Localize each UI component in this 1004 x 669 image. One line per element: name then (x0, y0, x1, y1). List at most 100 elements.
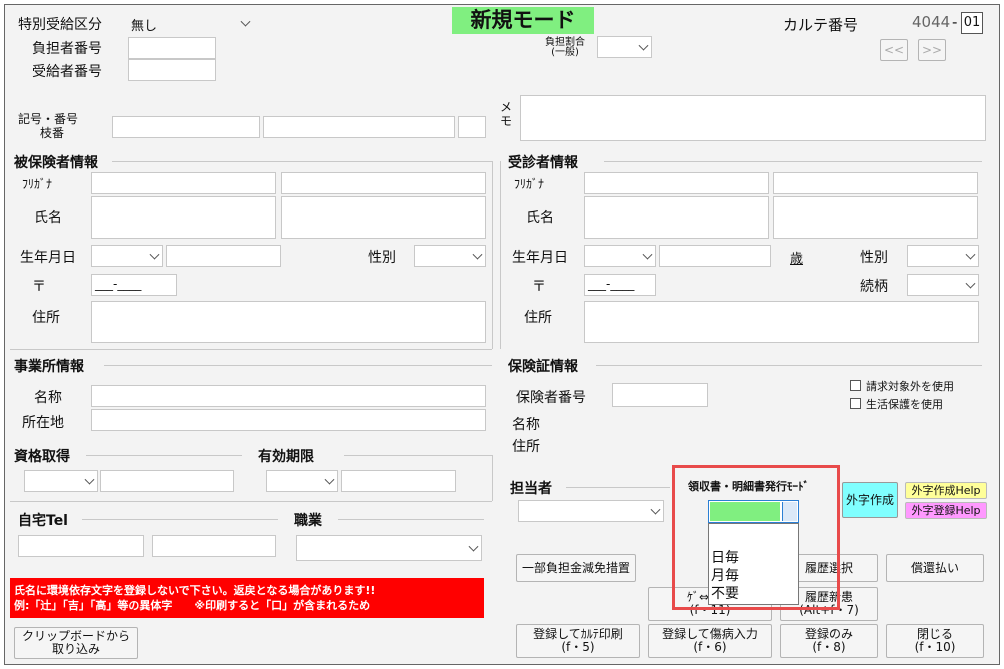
yuko-date-input[interactable] (341, 470, 456, 492)
hiho-furigana-sei-input[interactable] (91, 172, 276, 194)
seikatsu-checkbox[interactable] (850, 398, 861, 409)
chevron-down-icon (965, 249, 976, 260)
hiho-address-input[interactable] (91, 301, 486, 343)
hokensho-address-label: 住所 (512, 439, 540, 455)
zokugara-select[interactable] (907, 274, 979, 296)
warning-line-2: 例:「辻」「吉」「高」等の異体字 ※印刷すると「口」が含まれるため (14, 599, 371, 612)
jigyosho-name-input[interactable] (91, 385, 486, 407)
ichibu-futan-button[interactable]: 一部負担金減免措置 (516, 554, 636, 582)
karte-branch-input[interactable]: 01 (961, 12, 983, 34)
jushin-name-mei-input[interactable] (773, 196, 978, 239)
toroku-shobyo-button[interactable]: 登録して傷病入力 (f・6) (648, 624, 772, 658)
hiho-furigana-mei-input[interactable] (281, 172, 486, 194)
hiho-birth-input[interactable] (166, 245, 281, 267)
dropdown-arrow[interactable] (782, 502, 797, 521)
section-divider (82, 519, 278, 520)
toroku-only-button[interactable]: 登録のみ (f・8) (780, 624, 878, 658)
jushin-name-sei-input[interactable] (584, 196, 769, 239)
hiho-name-mei-input[interactable] (281, 196, 486, 239)
furigana-label: ﾌﾘｶﾞﾅ (514, 177, 545, 191)
prev-karte-button[interactable]: << (880, 39, 908, 61)
clipboard-import-button[interactable]: クリップボードから 取り込み (14, 627, 138, 659)
chevron-down-icon (965, 278, 976, 289)
section-divider (10, 501, 492, 502)
memo-label: メ モ (500, 100, 513, 128)
futan-wariai-select[interactable] (597, 36, 652, 58)
tanto-select[interactable] (518, 500, 664, 522)
shokugyo-select[interactable] (296, 535, 482, 561)
hiho-name-sei-input[interactable] (91, 196, 276, 239)
sex-label: 性別 (860, 250, 888, 266)
hihokensha-section-title: 被保険者情報 (14, 155, 98, 171)
chevron-down-icon (240, 16, 251, 27)
gaiji-create-button[interactable]: 外字作成 (842, 482, 898, 518)
close-button[interactable]: 閉じる (f・10) (886, 624, 984, 658)
kigo-input[interactable] (112, 116, 260, 138)
shokan-button[interactable]: 償還払い (886, 554, 984, 582)
chevron-down-icon (468, 541, 479, 552)
seikyu-checkbox[interactable] (850, 380, 861, 391)
futansha-input[interactable] (128, 37, 216, 59)
section-divider (112, 161, 492, 162)
jigyosho-name-label: 名称 (34, 390, 62, 406)
chevron-down-icon (642, 249, 653, 260)
jushin-sex-select[interactable] (907, 245, 979, 267)
section-divider (596, 365, 982, 366)
jitaku-section-title: 自宅Tel (18, 513, 68, 529)
section-divider (10, 349, 492, 350)
chevron-down-icon (472, 249, 483, 260)
shikaku-date-input[interactable] (100, 470, 234, 492)
jitaku-tel-input-2[interactable] (152, 535, 276, 557)
chevron-down-icon (324, 474, 335, 485)
shikaku-section-title: 資格取得 (14, 449, 70, 465)
tokubetsu-select[interactable]: 無し (126, 12, 254, 34)
hokensho-name-label: 名称 (512, 417, 540, 433)
jushinsha-section-title: 受診者情報 (508, 155, 578, 171)
next-karte-button[interactable]: >> (918, 39, 946, 61)
hokensha-number-input[interactable] (612, 383, 708, 407)
option-daily[interactable]: 日毎 (711, 547, 739, 567)
hiho-era-select[interactable] (91, 245, 163, 267)
jitaku-tel-input-1[interactable] (18, 535, 144, 557)
name-label: 氏名 (526, 210, 554, 226)
option-monthly[interactable]: 月毎 (711, 565, 739, 585)
name-label: 氏名 (34, 210, 62, 226)
section-divider (104, 365, 492, 366)
toroku-karte-print-button[interactable]: 登録してｶﾙﾃ印刷 (f・5) (516, 624, 640, 658)
jushin-zip-input[interactable]: ___-____ (584, 274, 656, 296)
sex-label: 性別 (368, 250, 396, 266)
jukyusha-label: 受給者番号 (32, 64, 102, 80)
shikaku-era-select[interactable] (24, 470, 98, 492)
futansha-label: 負担者番号 (32, 41, 102, 57)
jushin-furigana-mei-input[interactable] (773, 172, 978, 194)
edaban-input[interactable] (458, 116, 486, 138)
hiho-zip-input[interactable]: ___-____ (91, 274, 177, 296)
bango-input[interactable] (263, 116, 455, 138)
jushin-era-select[interactable] (584, 245, 656, 267)
address-label: 住所 (524, 310, 552, 326)
yuko-era-select[interactable] (266, 470, 338, 492)
jigyosho-address-label: 所在地 (22, 415, 64, 431)
warning-line-1: 氏名に環境依存文字を登録しないで下さい。返戻となる場合があります!! (14, 584, 376, 597)
jushin-birth-input[interactable] (659, 245, 771, 267)
hokensha-number-label: 保険者番号 (516, 390, 586, 406)
jushin-furigana-sei-input[interactable] (584, 172, 769, 194)
section-divider (500, 161, 501, 349)
kigo-label: 記号・番号 枝番 (18, 112, 79, 140)
chevron-down-icon (84, 474, 95, 485)
section-divider (86, 455, 242, 456)
ryoshusho-dropdown-list: 日毎 月毎 不要 (708, 523, 799, 605)
gaiji-register-help-button[interactable]: 外字登録Help (905, 502, 987, 519)
chevron-down-icon (149, 249, 160, 260)
ryoshusho-select[interactable] (708, 500, 799, 523)
karte-label: カルテ番号 (783, 16, 859, 34)
option-none[interactable]: 不要 (711, 583, 739, 603)
jukyusha-input[interactable] (128, 59, 216, 81)
hiho-sex-select[interactable] (414, 245, 486, 267)
jushin-address-input[interactable] (584, 301, 979, 343)
jigyosho-address-input[interactable] (91, 409, 486, 431)
tanto-section-title: 担当者 (510, 481, 552, 497)
gaiji-create-help-button[interactable]: 外字作成Help (905, 482, 987, 499)
chevron-down-icon (638, 40, 649, 51)
memo-textarea[interactable] (520, 95, 986, 141)
